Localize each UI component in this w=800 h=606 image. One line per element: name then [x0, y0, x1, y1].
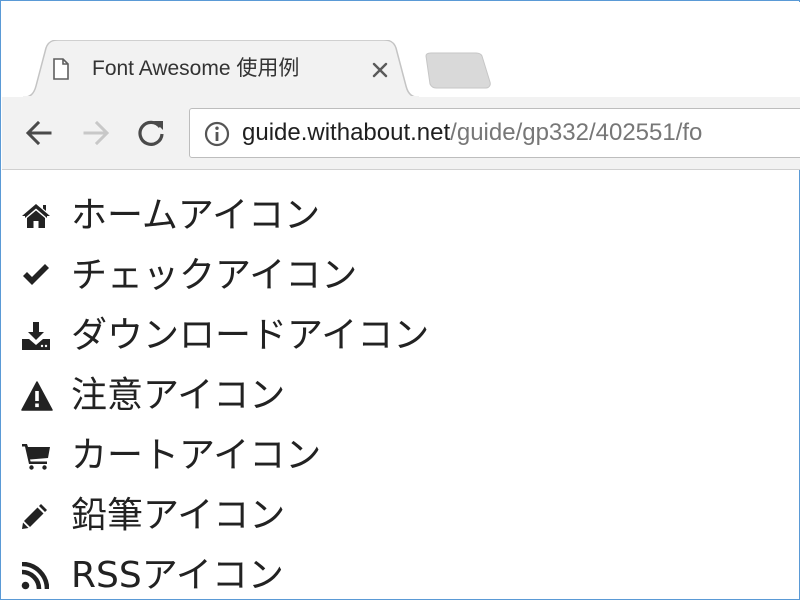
tab-active[interactable]: Font Awesome 使用例: [20, 40, 422, 98]
back-arrow-icon[interactable]: [19, 113, 59, 153]
list-item: カートアイコン: [21, 426, 781, 486]
rss-icon: [21, 556, 55, 596]
address-bar[interactable]: guide.withabout.net/guide/gp332/402551/f…: [189, 108, 800, 158]
item-label: RSSアイコン: [71, 555, 284, 596]
item-label: チェックアイコン: [71, 255, 358, 296]
list-item: チェックアイコン: [21, 246, 781, 306]
item-label: カートアイコン: [71, 435, 322, 476]
item-label: 鉛筆アイコン: [71, 495, 286, 536]
info-icon[interactable]: [204, 121, 230, 147]
close-icon[interactable]: [366, 56, 394, 84]
forward-arrow-icon[interactable]: [76, 113, 116, 153]
cart-icon: [21, 436, 55, 476]
url-host: guide.withabout.net: [242, 119, 451, 146]
warning-icon: [21, 376, 55, 416]
list-item: 注意アイコン: [21, 366, 781, 426]
pencil-icon: [21, 496, 55, 536]
item-label: ホームアイコン: [71, 195, 321, 236]
url-path: /guide/gp332/402551/fo: [450, 119, 703, 146]
item-label: 注意アイコン: [71, 375, 286, 416]
tab-title: Font Awesome 使用例: [92, 57, 300, 80]
page-content: ホームアイコン チェックアイコン ダウンロードアイコン 注意アイコン カートアイ…: [21, 186, 781, 606]
list-item: 鉛筆アイコン: [21, 486, 781, 546]
browser-window: Font Awesome 使用例 guide.withabout.net/gui…: [0, 0, 800, 600]
list-item: RSSアイコン: [21, 546, 781, 606]
download-icon: [21, 316, 55, 356]
new-tab-icon[interactable]: [422, 52, 492, 90]
tab-strip: Font Awesome 使用例: [2, 2, 800, 98]
url-text[interactable]: guide.withabout.net/guide/gp332/402551/f…: [242, 109, 702, 157]
list-item: ホームアイコン: [21, 186, 781, 246]
list-item: ダウンロードアイコン: [21, 306, 781, 366]
item-label: ダウンロードアイコン: [71, 315, 430, 356]
home-icon: [21, 196, 55, 236]
check-icon: [21, 256, 55, 296]
page-icon: [52, 58, 70, 80]
reload-icon[interactable]: [131, 113, 171, 153]
browser-toolbar: guide.withabout.net/guide/gp332/402551/f…: [2, 97, 800, 170]
